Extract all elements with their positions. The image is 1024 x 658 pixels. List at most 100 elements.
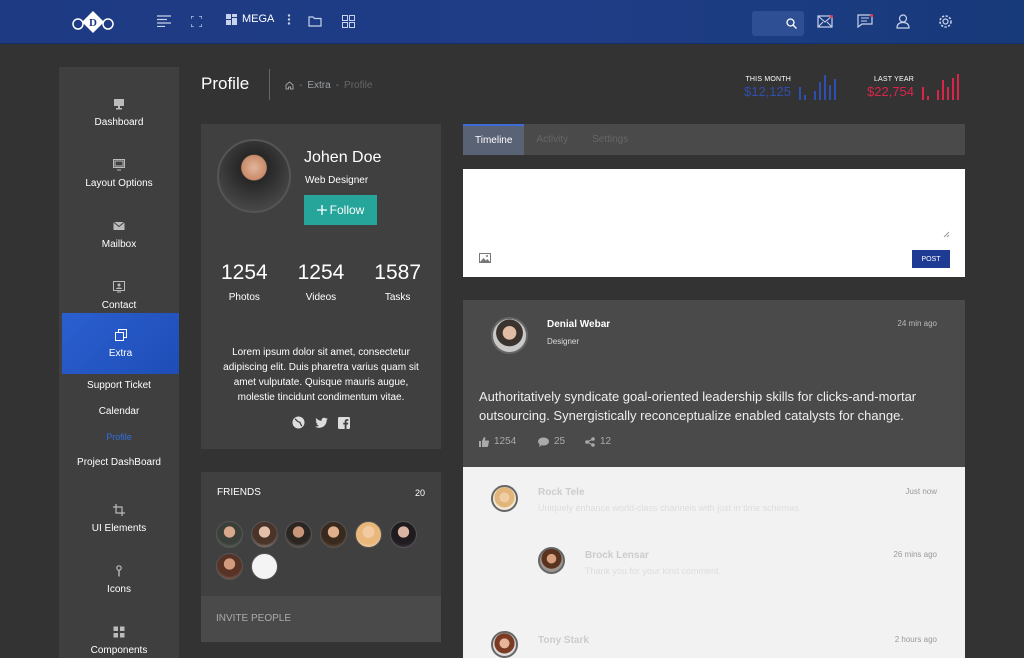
comment-author[interactable]: Rock Tele — [538, 487, 585, 498]
post-text: Authoritatively syndicate goal-oriented … — [479, 389, 917, 423]
mail-icon[interactable] — [817, 13, 833, 29]
crop-icon — [113, 503, 125, 516]
follow-label: Follow — [329, 203, 365, 217]
stat-value: 1254 — [220, 261, 268, 284]
comment-author[interactable]: Tony Stark — [538, 635, 589, 646]
logo-letter: D — [89, 17, 97, 29]
settings-icon[interactable] — [937, 13, 953, 29]
header-divider — [269, 69, 270, 100]
post-author[interactable]: Denial Webar — [547, 319, 610, 330]
facebook-icon[interactable] — [338, 416, 351, 429]
sidebar-item-ui-elements[interactable]: UI Elements — [59, 488, 179, 549]
spark-bar — [942, 80, 944, 100]
profile-role: Web Designer — [305, 175, 369, 186]
sidebar-item-mailbox[interactable]: Mailbox — [59, 204, 179, 265]
spark-bar — [927, 96, 929, 100]
spark-bar — [814, 91, 816, 100]
post-textarea[interactable] — [463, 169, 965, 243]
stat-value: 1254 — [297, 261, 345, 284]
breadcrumb-item[interactable]: Extra — [307, 80, 330, 91]
search-icon[interactable] — [786, 18, 797, 29]
profile-avatar[interactable] — [217, 139, 291, 213]
sidebar-item-icons[interactable]: Icons — [59, 549, 179, 610]
user-icon[interactable] — [895, 13, 911, 29]
grid-icon[interactable] — [340, 13, 356, 29]
stat-videos[interactable]: 1254 Videos — [298, 261, 345, 303]
sidebar-item-label: Components — [90, 644, 148, 656]
share-button[interactable]: 12 — [585, 436, 611, 447]
mega-grid-icon — [226, 13, 237, 25]
twitter-icon[interactable] — [314, 416, 328, 429]
this-month-sparkline — [799, 75, 836, 100]
follow-button[interactable]: Follow — [304, 195, 377, 225]
globe-icon[interactable] — [292, 416, 305, 429]
tab-activity[interactable]: Activity — [524, 124, 580, 155]
like-button[interactable]: 1254 — [479, 436, 516, 447]
friend-avatar[interactable] — [320, 521, 347, 548]
spark-bar — [937, 90, 939, 100]
profile-card: Johen Doe Web Designer Follow 1254 Photos… — [201, 124, 441, 449]
post-button[interactable]: POST — [912, 250, 950, 268]
post-author-avatar[interactable] — [491, 317, 528, 354]
more-vertical-icon[interactable] — [287, 13, 291, 25]
stat-value: 1587 — [374, 261, 421, 284]
chat-icon[interactable] — [857, 13, 873, 29]
invite-people-link[interactable]: INVITE PEOPLE — [201, 596, 441, 642]
comments-section: Rock Tele Just now Uniquely enhance worl… — [463, 467, 965, 658]
sidebar-item-dashboard[interactable]: Dashboard — [59, 82, 179, 143]
submenu-calendar[interactable]: Calendar — [59, 406, 179, 417]
home-icon[interactable] — [285, 81, 294, 90]
sidebar-item-extra[interactable]: Extra — [62, 313, 179, 374]
sidebar-item-components[interactable]: Components — [59, 610, 179, 658]
submenu-support-ticket[interactable]: Support Ticket — [59, 380, 179, 391]
stat-label: Tasks — [384, 292, 411, 303]
envelope-icon — [113, 221, 125, 230]
stat-tasks[interactable]: 1587 Tasks — [374, 261, 421, 303]
last-year-label: LAST YEAR — [873, 76, 914, 83]
friends-card: FRIENDS 20 INVITE PEOPLE — [201, 472, 441, 642]
comment-avatar[interactable] — [491, 631, 518, 658]
comment-avatar[interactable] — [491, 485, 518, 512]
tab-timeline[interactable]: Timeline — [463, 124, 525, 155]
comment-time: 26 mins ago — [893, 550, 937, 559]
friends-count: 20 — [414, 488, 425, 498]
comment-author[interactable]: Brock Lensar — [585, 550, 649, 561]
friend-avatar[interactable] — [285, 521, 312, 548]
stat-photos[interactable]: 1254 Photos — [221, 261, 268, 303]
friend-avatar[interactable] — [216, 553, 243, 580]
friend-avatar[interactable] — [216, 521, 243, 548]
sidebar: Dashboard Layout Options Mailbox Contact… — [59, 67, 179, 658]
friends-title: FRIENDS — [217, 487, 261, 498]
submenu-profile[interactable]: Profile — [59, 432, 179, 442]
this-month-stat: THIS MONTH $12,125 — [735, 76, 791, 99]
friend-avatar[interactable] — [390, 521, 417, 548]
submenu-project-dashboard[interactable]: Project DashBoard — [59, 457, 179, 468]
comment-button[interactable]: 25 — [538, 436, 565, 447]
profile-bio: Lorem ipsum dolor sit amet, consectetur … — [223, 347, 419, 403]
spark-bar — [834, 79, 836, 100]
top-navbar: D MEGA — [0, 0, 1024, 44]
menu-lines-icon[interactable] — [156, 13, 172, 29]
share-count: 12 — [600, 436, 612, 447]
spark-bar — [819, 82, 821, 100]
tab-settings[interactable]: Settings — [580, 124, 640, 155]
fullscreen-icon[interactable] — [188, 13, 204, 29]
comment-avatar[interactable] — [538, 547, 565, 574]
search-input[interactable] — [752, 11, 804, 36]
friend-avatar[interactable] — [251, 553, 278, 580]
monitor-icon — [114, 98, 124, 109]
comment-text: Thank you for your kind comment. — [585, 566, 722, 576]
image-upload-icon[interactable] — [479, 253, 491, 263]
logo[interactable]: D — [70, 9, 116, 35]
comment-count: 25 — [554, 436, 566, 447]
friend-avatar[interactable] — [251, 521, 278, 548]
resize-handle-icon[interactable] — [942, 230, 950, 238]
folder-icon[interactable] — [307, 13, 323, 29]
mega-menu-button[interactable]: MEGA — [226, 13, 291, 25]
comment-time: 2 hours ago — [894, 635, 937, 644]
sidebar-item-label: Extra — [108, 347, 133, 359]
profile-stats: 1254 Photos 1254 Videos 1587 Tasks — [201, 261, 441, 303]
friend-avatar[interactable] — [355, 521, 382, 548]
sidebar-item-layout-options[interactable]: Layout Options — [59, 143, 179, 204]
last-year-value: $22,754 — [867, 84, 914, 99]
